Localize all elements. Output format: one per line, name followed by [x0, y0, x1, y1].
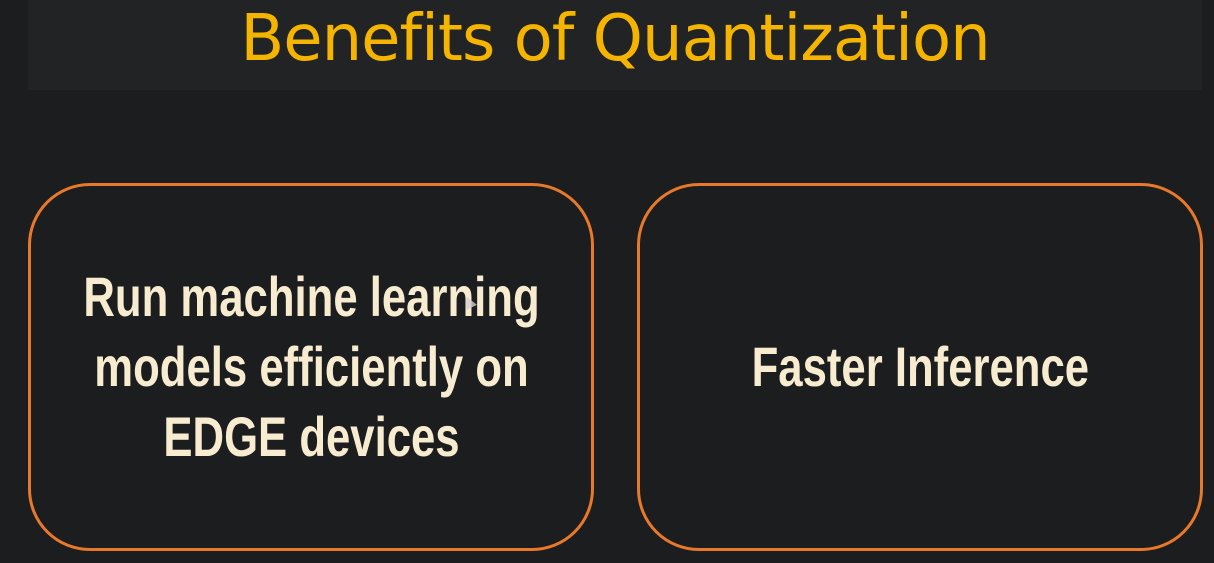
title-bar: Benefits of Quantization — [28, 0, 1202, 90]
benefit-line: EDGE devices — [162, 405, 460, 468]
slide: Benefits of Quantization Run machine lea… — [0, 0, 1214, 563]
benefit-line: models efficiently on — [93, 335, 529, 398]
benefit-card-edge-devices: Run machine learning models efficiently … — [28, 183, 594, 551]
benefit-card-text: Faster Inference — [751, 332, 1088, 402]
benefit-card-faster-inference: Faster Inference — [637, 183, 1203, 551]
benefit-line: Faster Inference — [751, 335, 1089, 398]
slide-title: Benefits of Quantization — [240, 2, 990, 76]
